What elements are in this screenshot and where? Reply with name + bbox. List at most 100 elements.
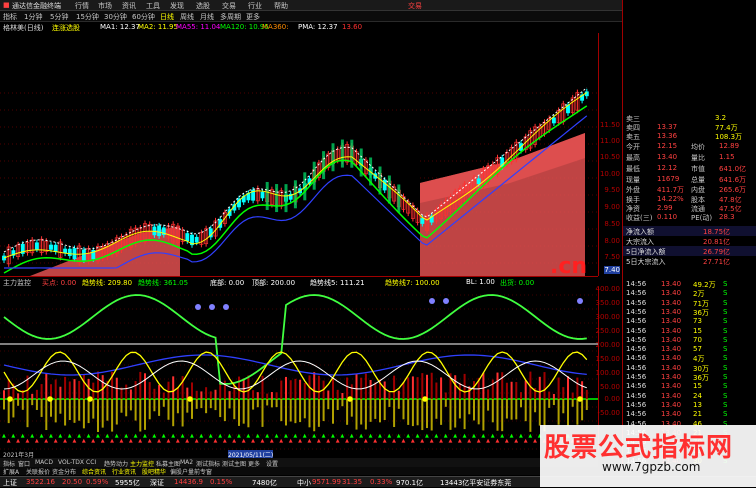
ind-bar-down: [411, 399, 414, 427]
arrow-marker: ▲: [138, 438, 142, 444]
ind-bar-up: [407, 377, 410, 399]
arrow-marker: ▲: [444, 433, 448, 439]
tick-price: 13.40: [661, 410, 682, 419]
arrow-marker: ▲: [383, 438, 387, 444]
arrow-marker: ▲: [519, 433, 523, 439]
arrow-marker: ▲: [143, 433, 147, 439]
period-daily[interactable]: 日线: [160, 12, 174, 22]
menu-discover[interactable]: 发现: [170, 1, 184, 11]
period-monthly[interactable]: 月线: [200, 12, 214, 22]
tick-price: 13.40: [661, 317, 682, 326]
tick-row: 14:56 13.40 24 S: [623, 392, 756, 401]
menu-tools[interactable]: 工具: [146, 1, 160, 11]
ind-bar-down: [78, 399, 81, 421]
ind-bar-up: [219, 383, 222, 399]
quote-row: 今开 12.15 均价 12.89: [623, 141, 756, 152]
price-tick: 8.00: [604, 237, 620, 245]
tick-time: 14:56: [626, 307, 647, 316]
ind-bar-down: [97, 399, 99, 432]
period-indicator[interactable]: 指标: [3, 12, 17, 22]
tick-side: S: [723, 289, 728, 298]
indicator-tab[interactable]: MA2: [180, 459, 193, 466]
indicator-tab[interactable]: CCI: [86, 459, 96, 466]
tick-row: 14:56 13.40 70 S: [623, 336, 756, 345]
ind-bar-up: [35, 389, 38, 399]
ind-bar-up: [567, 376, 569, 399]
menu-trade[interactable]: 交易: [222, 1, 236, 11]
indicator-tab[interactable]: VOL-TDX: [58, 459, 84, 466]
menu-select[interactable]: 选股: [196, 1, 210, 11]
ind-bar-down: [529, 399, 532, 432]
ma55-label: MA55: 11.04: [176, 23, 221, 31]
indicator-chart[interactable]: ▲▲▲▲▲▲▲▲▲▲▲▲▲▲▲▲▲▲▲▲▲▲▲▲▲▲▲▲▲▲▲▲▲▲▲▲▲▲▲▲…: [0, 287, 598, 450]
period-weekly[interactable]: 周线: [180, 12, 194, 22]
ind-bar-down: [129, 399, 132, 411]
ind-bar-up: [505, 382, 508, 399]
top-marker-dot: [209, 304, 215, 310]
arrow-marker: ▲: [500, 433, 504, 439]
ind-bar-up: [82, 374, 85, 399]
menu-quote[interactable]: 行情: [75, 1, 89, 11]
period-15min[interactable]: 15分钟: [76, 12, 99, 22]
tick-time: 14:56: [626, 335, 647, 344]
status-item: 14436.9: [174, 478, 203, 486]
menu-market[interactable]: 市场: [98, 1, 112, 11]
tick-row: 14:56 13.40 36万 S: [623, 373, 756, 382]
price-tick: 10.00: [599, 170, 620, 178]
info-tab[interactable]: 偏股户量前专窗: [170, 467, 212, 476]
trade-title[interactable]: 交易: [408, 1, 422, 11]
ind-bar-up: [59, 386, 62, 399]
bottom-marker-dot: [347, 396, 353, 402]
info-tab[interactable]: 资金分布: [52, 467, 76, 476]
ind-bar-up: [585, 389, 588, 399]
period-1min[interactable]: 1分钟: [24, 12, 42, 22]
menu-help[interactable]: 帮助: [274, 1, 288, 11]
arrow-marker: ▲: [284, 433, 288, 439]
status-item: 3522.16: [26, 478, 55, 486]
menu-news[interactable]: 资讯: [122, 1, 136, 11]
ind-bar-up: [543, 372, 546, 399]
info-tab[interactable]: 股吧精华: [142, 467, 166, 476]
quote-value: 13.40: [657, 153, 678, 161]
ind-bar-up: [458, 382, 461, 399]
ind-bar-down: [487, 399, 490, 411]
info-tab[interactable]: 扩展A: [3, 467, 19, 476]
arrow-marker: ▲: [167, 438, 171, 444]
period-more[interactable]: 更多: [246, 12, 260, 22]
tick-time: 14:56: [626, 317, 647, 326]
menu-industry[interactable]: 行业: [248, 1, 262, 11]
quote-value: 0.110: [657, 213, 678, 221]
info-tab[interactable]: 综合资讯: [82, 467, 106, 476]
indicator-tab[interactable]: MACD: [35, 459, 53, 466]
ind-bar-down: [172, 399, 175, 427]
period-60min[interactable]: 60分钟: [132, 12, 155, 22]
arrow-marker: ▲: [425, 433, 429, 439]
arrow-marker: ▲: [58, 433, 62, 439]
status-item: 20.50: [62, 478, 83, 486]
ind-bar-down: [242, 399, 245, 424]
ind-tick: 0.00: [604, 395, 620, 403]
arrow-marker: ▲: [406, 433, 410, 439]
main-kline-chart[interactable]: .cn: [0, 33, 598, 276]
tick-time: 14:56: [626, 345, 647, 354]
ind-bar-down: [12, 399, 15, 418]
ind-bar-down: [454, 399, 457, 428]
tick-price: 13.40: [661, 307, 682, 316]
ind-bar-down: [534, 399, 537, 413]
quote-value2: 28.3: [719, 213, 735, 221]
period-5min[interactable]: 5分钟: [50, 12, 68, 22]
ind-bar-up: [228, 391, 231, 399]
period-multi[interactable]: 多周期: [220, 12, 241, 22]
period-30min[interactable]: 30分钟: [104, 12, 127, 22]
info-tab[interactable]: 行业资讯: [112, 467, 136, 476]
watermark-url: www.7gpzb.com: [602, 460, 701, 474]
arrow-marker: ▲: [16, 438, 20, 444]
ind-bar-down: [557, 399, 560, 425]
tick-time: 14:56: [626, 363, 647, 372]
ind-bar-down: [26, 399, 29, 428]
ind-bar-up: [68, 381, 71, 399]
ind-bar-up: [209, 391, 212, 399]
ind-bar-down: [435, 399, 438, 419]
ind-bar-up: [487, 389, 490, 399]
info-tab[interactable]: 关联报价: [26, 467, 50, 476]
